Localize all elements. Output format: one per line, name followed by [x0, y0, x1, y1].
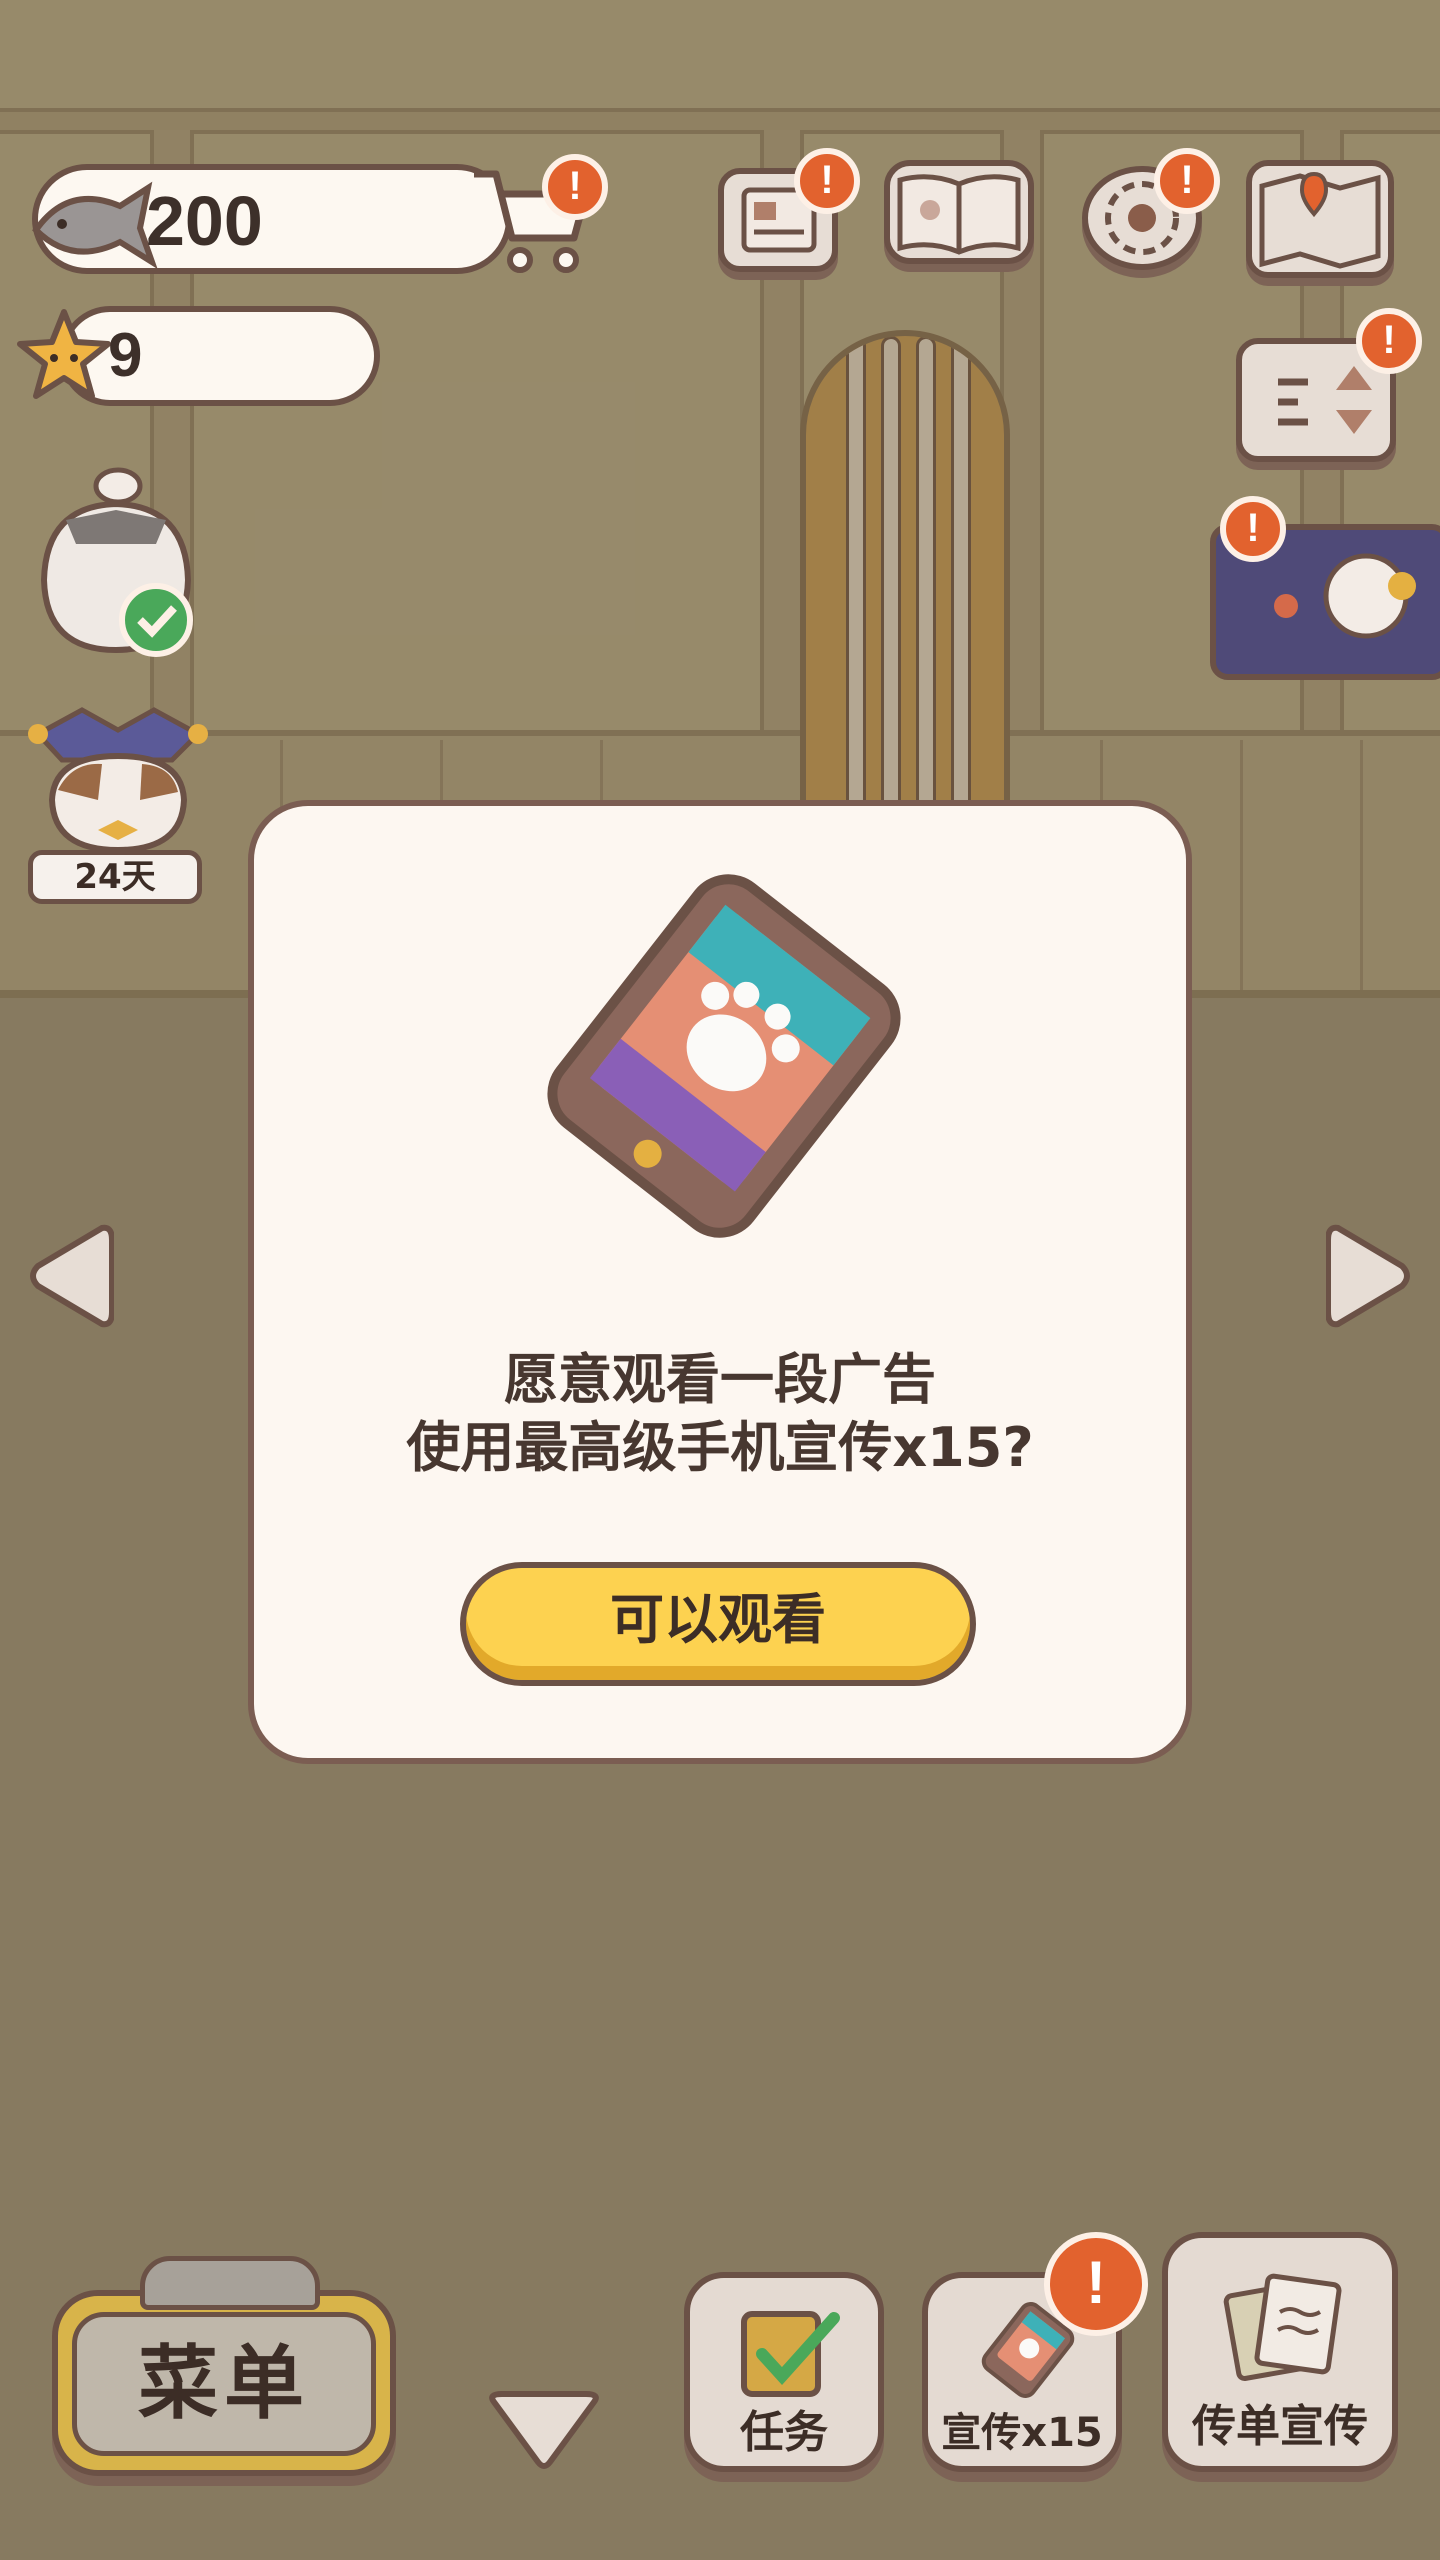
book-icon: [897, 174, 1021, 255]
chef-cat-avatar[interactable]: [36, 460, 196, 660]
news-alert-badge: !: [794, 148, 860, 214]
map-button[interactable]: [1246, 160, 1394, 278]
jester-cat-avatar[interactable]: [22, 700, 212, 860]
flyer-promo-button-label: 传单宣传: [1192, 2401, 1368, 2452]
watch-ad-button[interactable]: 可以观看: [460, 1562, 976, 1686]
star-icon: [17, 309, 111, 399]
chevron-down-icon[interactable]: [484, 2390, 604, 2474]
promo-phone-icon: [547, 874, 901, 1238]
sort-alert-badge: !: [1356, 308, 1422, 374]
fish-icon: [32, 181, 158, 270]
dialog-message-line1: 愿意观看一段广告: [504, 1348, 936, 1411]
event-alert-badge: !: [1220, 496, 1286, 562]
menu-board: 菜单: [72, 2312, 376, 2456]
cat-days-badge: 24天: [28, 850, 202, 904]
settings-alert-badge: !: [1154, 148, 1220, 214]
dialog-message: 愿意观看一段广告 使用最高级手机宣传x15?: [254, 1346, 1186, 1482]
watch-ad-button-label: 可以观看: [610, 1588, 826, 1651]
menu-button[interactable]: 菜单: [52, 2290, 396, 2476]
tasks-button-label: 任务: [740, 2407, 828, 2458]
cat-album-button[interactable]: [884, 160, 1034, 264]
chevron-left-icon[interactable]: [24, 1216, 114, 1336]
dialog-message-line2: 使用最高级手机宣传x15?: [406, 1416, 1034, 1479]
star-count: 9: [108, 321, 143, 390]
promo-x15-button-label: 宣传x15: [941, 2410, 1103, 2456]
checklist-icon: [741, 2311, 840, 2397]
menu-clip-decoration: [140, 2256, 320, 2310]
flyer-promo-button[interactable]: 传单宣传: [1162, 2232, 1398, 2472]
flyer-papers-icon: [1223, 2273, 1342, 2381]
shop-alert-badge: !: [542, 154, 608, 220]
fish-count: 200: [146, 182, 263, 260]
menu-button-label: 菜单: [138, 2337, 310, 2430]
map-icon: [1259, 171, 1381, 269]
tasks-button[interactable]: 任务: [684, 2272, 884, 2472]
promo-alert-badge: !: [1044, 2232, 1148, 2336]
watch-ad-dialog: 愿意观看一段广告 使用最高级手机宣传x15? 可以观看: [248, 800, 1192, 1764]
chevron-right-icon[interactable]: [1326, 1216, 1416, 1336]
